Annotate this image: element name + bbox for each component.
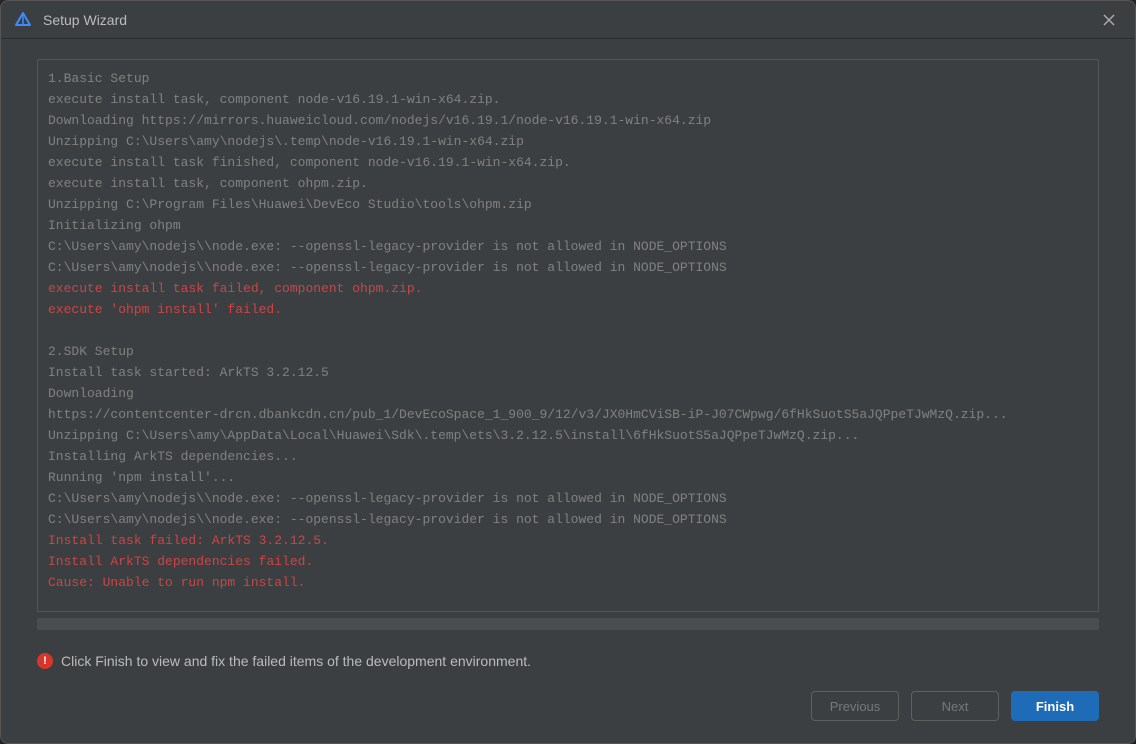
log-line: execute install task, component ohpm.zip… (48, 173, 1088, 194)
setup-wizard-window: Setup Wizard 1.Basic Setupexecute instal… (0, 0, 1136, 744)
log-line-error: Install task failed: ArkTS 3.2.12.5. (48, 530, 1088, 551)
log-line: Initializing ohpm (48, 215, 1088, 236)
log-line: Unzipping C:\Users\amy\nodejs\.temp\node… (48, 131, 1088, 152)
log-line: Unzipping C:\Users\amy\AppData\Local\Hua… (48, 425, 1088, 446)
log-line: execute install task finished, component… (48, 152, 1088, 173)
log-line: https://contentcenter-drcn.dbankcdn.cn/p… (48, 404, 1088, 425)
log-line: C:\Users\amy\nodejs\\node.exe: --openssl… (48, 236, 1088, 257)
log-line-error: Cause: Unable to run npm install. (48, 572, 1088, 593)
log-output-container: 1.Basic Setupexecute install task, compo… (37, 59, 1099, 612)
horizontal-scrollbar[interactable] (37, 618, 1099, 630)
log-line-error: execute 'ohpm install' failed. (48, 299, 1088, 320)
log-line: execute install task, component node-v16… (48, 89, 1088, 110)
close-button[interactable] (1095, 6, 1123, 34)
finish-button[interactable]: Finish (1011, 691, 1099, 721)
titlebar: Setup Wizard (1, 1, 1135, 39)
app-logo-icon (13, 10, 33, 30)
log-line-error: execute install task failed, component o… (48, 278, 1088, 299)
log-line: Downloading (48, 383, 1088, 404)
log-line: 2.SDK Setup (48, 341, 1088, 362)
log-line: Downloading https://mirrors.huaweicloud.… (48, 110, 1088, 131)
status-row: ! Click Finish to view and fix the faile… (1, 635, 1135, 677)
log-line: Running 'npm install'... (48, 467, 1088, 488)
button-row: Previous Next Finish (1, 677, 1135, 743)
log-line: C:\Users\amy\nodejs\\node.exe: --openssl… (48, 488, 1088, 509)
log-line: C:\Users\amy\nodejs\\node.exe: --openssl… (48, 257, 1088, 278)
content-area: 1.Basic Setupexecute install task, compo… (1, 39, 1135, 635)
log-line: Unzipping C:\Program Files\Huawei\DevEco… (48, 194, 1088, 215)
error-icon: ! (37, 653, 53, 669)
log-output[interactable]: 1.Basic Setupexecute install task, compo… (38, 60, 1098, 611)
log-line: 1.Basic Setup (48, 68, 1088, 89)
log-line: Install task started: ArkTS 3.2.12.5 (48, 362, 1088, 383)
log-line (48, 320, 1088, 341)
window-title: Setup Wizard (43, 12, 1095, 28)
status-message: Click Finish to view and fix the failed … (61, 653, 531, 669)
log-line-error: Install ArkTS dependencies failed. (48, 551, 1088, 572)
log-line: Installing ArkTS dependencies... (48, 446, 1088, 467)
previous-button[interactable]: Previous (811, 691, 899, 721)
log-line: C:\Users\amy\nodejs\\node.exe: --openssl… (48, 509, 1088, 530)
next-button[interactable]: Next (911, 691, 999, 721)
